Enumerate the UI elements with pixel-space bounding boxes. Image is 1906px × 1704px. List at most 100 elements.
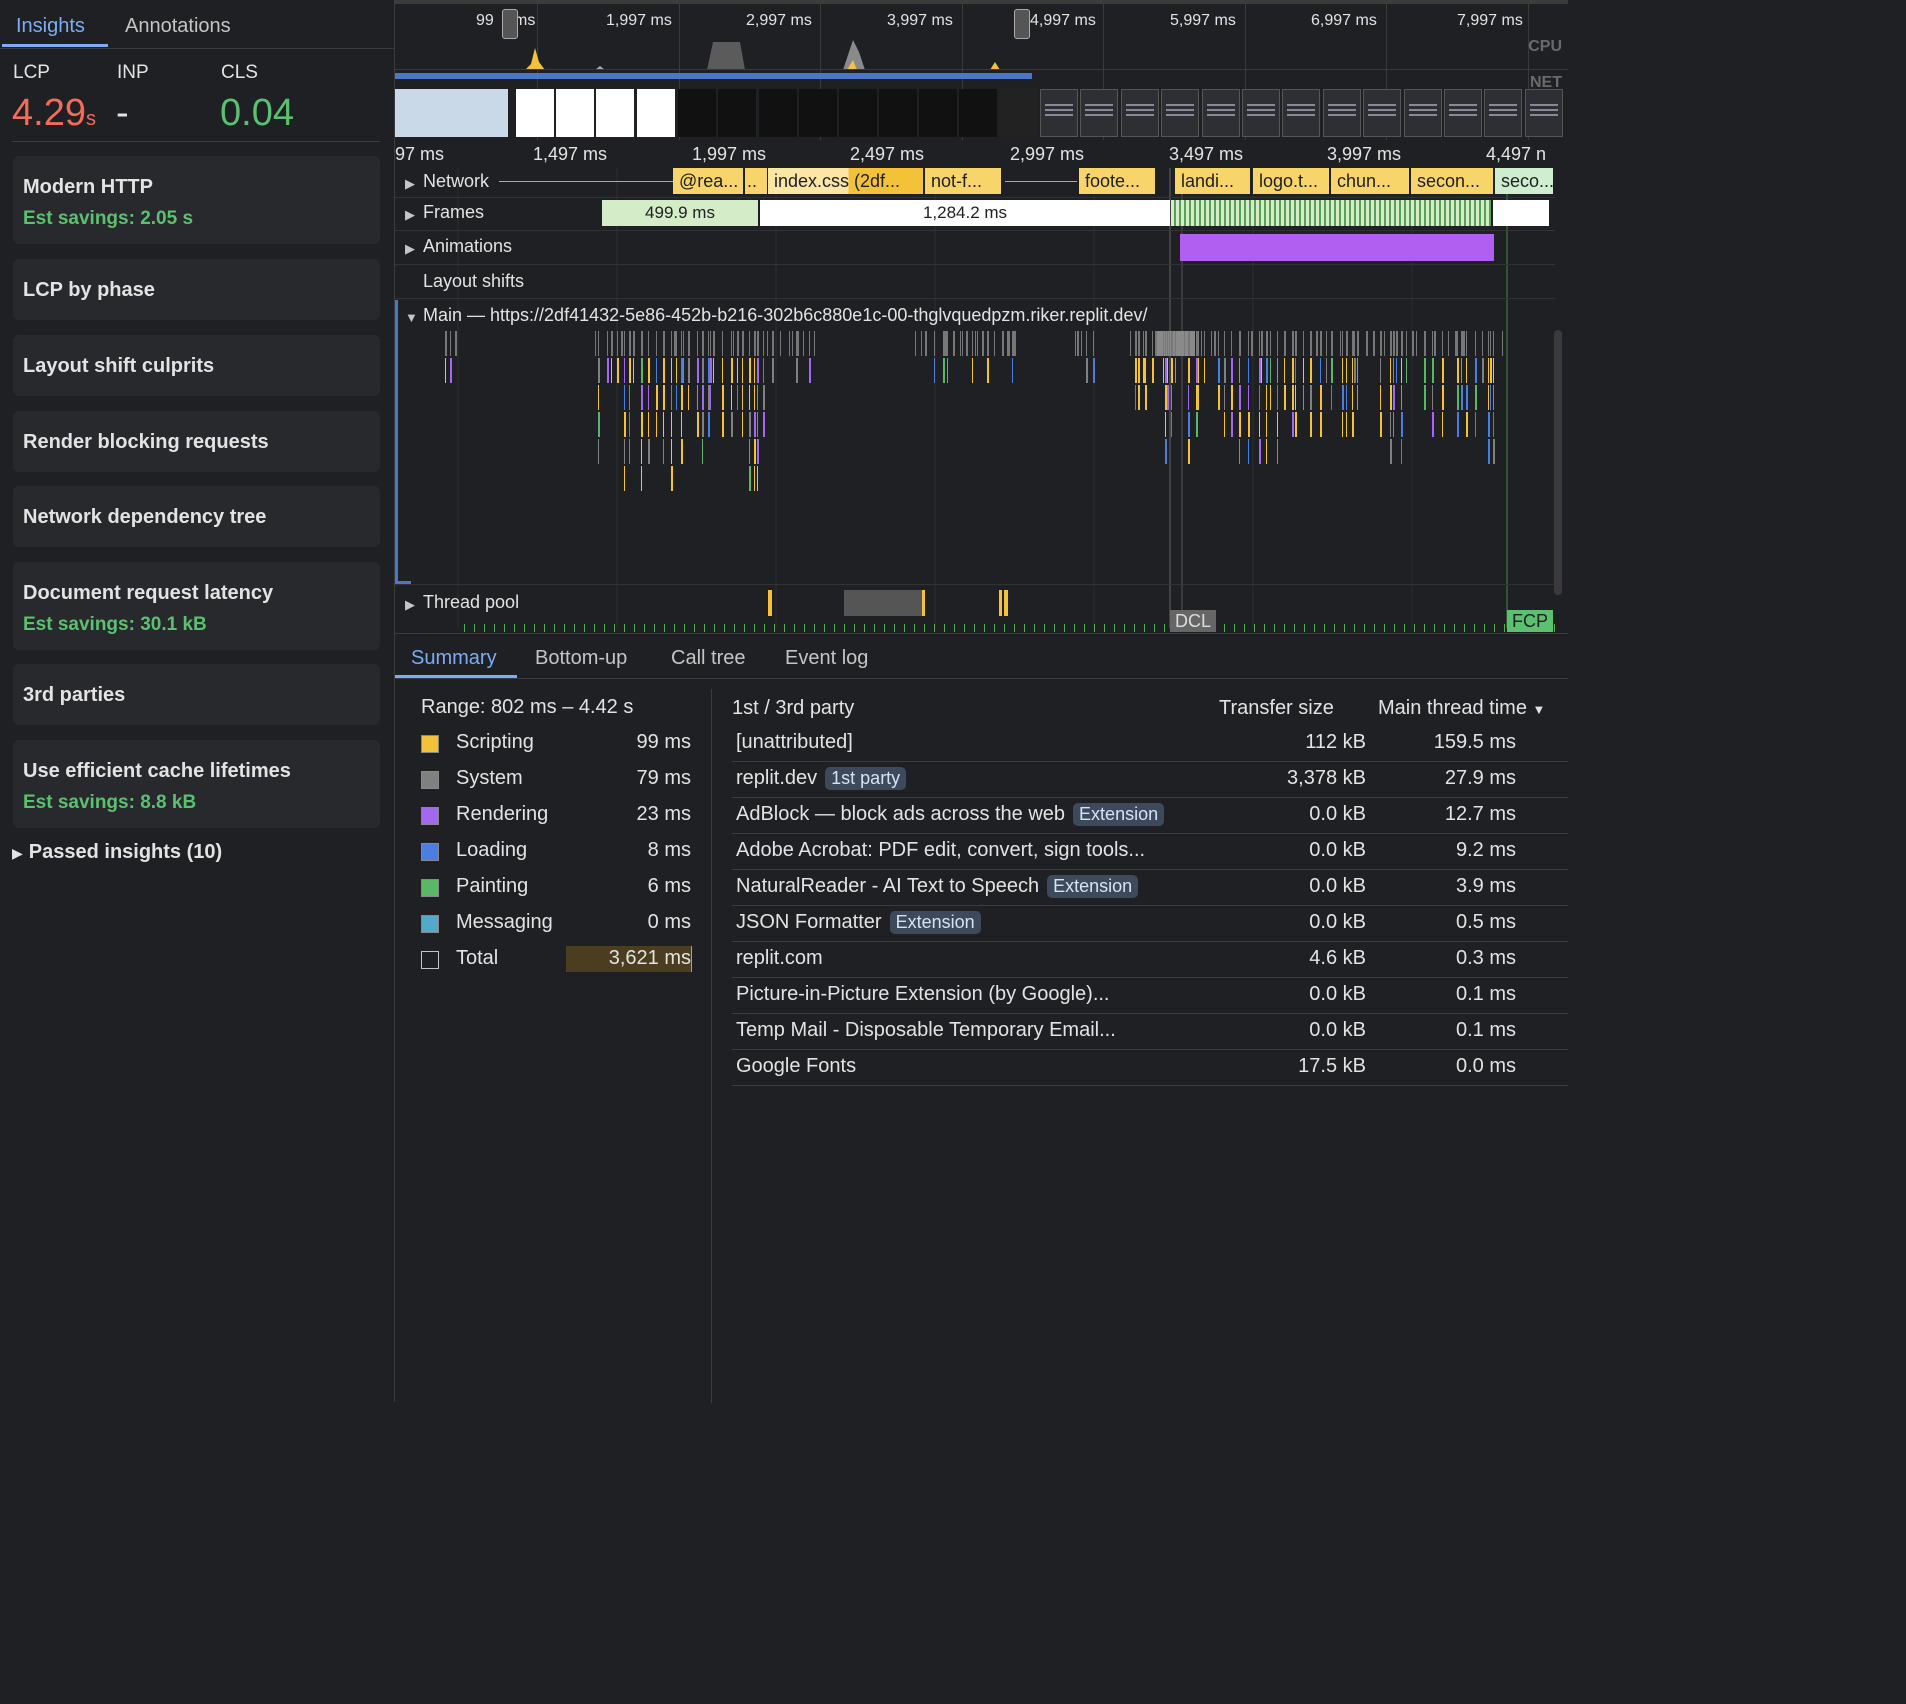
flame-event[interactable] xyxy=(450,331,451,356)
flame-event[interactable] xyxy=(656,358,657,383)
flame-event[interactable] xyxy=(925,331,927,356)
flame-event[interactable] xyxy=(1475,331,1476,356)
flame-event[interactable] xyxy=(641,358,643,383)
table-row[interactable]: replit.dev 1st party 3,378 kB 27.9 ms xyxy=(732,761,1568,798)
flame-event[interactable] xyxy=(1081,331,1082,356)
flame-event[interactable] xyxy=(697,358,699,383)
flame-event[interactable] xyxy=(1346,385,1347,410)
flame-event[interactable] xyxy=(1393,385,1395,410)
flame-event[interactable] xyxy=(731,385,732,410)
flame-event[interactable] xyxy=(710,358,712,383)
flame-event[interactable] xyxy=(1493,385,1494,410)
flame-event[interactable] xyxy=(598,385,599,410)
flame-event[interactable] xyxy=(1248,358,1249,383)
flame-event[interactable] xyxy=(1270,358,1271,383)
flame-event[interactable] xyxy=(611,358,612,383)
flame-event[interactable] xyxy=(676,385,677,410)
flame-event[interactable] xyxy=(671,331,672,356)
frame-block[interactable] xyxy=(1493,200,1549,226)
flame-event[interactable] xyxy=(1277,412,1278,437)
track-thread-pool[interactable]: Thread pool xyxy=(423,592,519,613)
flame-event[interactable] xyxy=(1442,331,1443,356)
flame-event[interactable] xyxy=(1188,331,1190,356)
flame-event[interactable] xyxy=(710,331,711,356)
flame-event[interactable] xyxy=(1331,331,1333,356)
frame-block[interactable]: 499.9 ms xyxy=(602,200,758,226)
screenshot-thumbnail[interactable] xyxy=(596,89,634,137)
tab-call-tree[interactable]: Call tree xyxy=(671,647,745,670)
flame-event[interactable] xyxy=(972,331,973,356)
column-header-main-thread-time[interactable]: Main thread time ▼ xyxy=(1378,697,1545,720)
screenshot-thumbnail[interactable] xyxy=(1201,89,1240,137)
flame-event[interactable] xyxy=(1277,385,1278,410)
flame-event[interactable] xyxy=(1259,385,1260,410)
flame-event[interactable] xyxy=(1093,331,1094,356)
flame-event[interactable] xyxy=(947,358,948,383)
flame-event[interactable] xyxy=(1340,331,1341,356)
flame-event[interactable] xyxy=(656,412,657,437)
flame-event[interactable] xyxy=(624,412,626,437)
screenshot-thumbnails[interactable] xyxy=(395,89,508,137)
flame-event[interactable] xyxy=(772,358,774,383)
flame-event[interactable] xyxy=(1424,331,1426,356)
flame-event[interactable] xyxy=(1401,331,1403,356)
flame-event[interactable] xyxy=(1204,331,1205,356)
flame-event[interactable] xyxy=(1012,358,1013,383)
scripting-swatch[interactable] xyxy=(421,735,439,753)
table-row[interactable]: JSON Formatter Extension 0.0 kB 0.5 ms xyxy=(732,905,1568,942)
network-request[interactable]: landi... xyxy=(1175,168,1250,194)
flame-event[interactable] xyxy=(681,331,682,356)
flame-event[interactable] xyxy=(757,466,758,491)
flame-event[interactable] xyxy=(1009,331,1010,356)
screenshot-thumbnail[interactable] xyxy=(1363,89,1402,137)
flame-event[interactable] xyxy=(1475,385,1477,410)
insight-card-document-latency[interactable]: Document request latency Est savings: 30… xyxy=(13,562,380,650)
screenshot-thumbnail[interactable] xyxy=(1040,89,1078,137)
flame-event[interactable] xyxy=(1167,331,1168,356)
flame-event[interactable] xyxy=(1196,331,1198,356)
expand-network-icon[interactable]: ▶ xyxy=(405,176,415,192)
flame-event[interactable] xyxy=(607,358,609,383)
flame-event[interactable] xyxy=(1224,331,1225,356)
table-row[interactable]: Google Fonts 17.5 kB 0.0 ms xyxy=(732,1049,1568,1086)
flame-event[interactable] xyxy=(1248,385,1249,410)
insight-card-lcp-phase[interactable]: LCP by phase xyxy=(13,259,380,320)
screenshot-thumbnail[interactable] xyxy=(1080,89,1119,137)
flame-event[interactable] xyxy=(450,358,452,383)
flame-event[interactable] xyxy=(1277,331,1278,356)
flame-event[interactable] xyxy=(697,385,698,410)
flame-event[interactable] xyxy=(1357,331,1359,356)
flame-event[interactable] xyxy=(1196,412,1198,437)
flame-event[interactable] xyxy=(1214,331,1216,356)
flame-event[interactable] xyxy=(749,412,751,437)
expand-animations-icon[interactable]: ▶ xyxy=(405,241,415,257)
frame-block[interactable]: 1,284.2 ms xyxy=(760,200,1170,226)
flame-event[interactable] xyxy=(1401,412,1403,437)
flame-event[interactable] xyxy=(1165,412,1166,437)
flame-event[interactable] xyxy=(681,385,683,410)
insight-card-modern-http[interactable]: Modern HTTP Est savings: 2.05 s xyxy=(13,156,380,244)
flame-event[interactable] xyxy=(749,385,750,410)
flame-event[interactable] xyxy=(1231,331,1232,356)
flame-event[interactable] xyxy=(1266,439,1267,464)
flame-event[interactable] xyxy=(1396,358,1397,383)
flame-event[interactable] xyxy=(708,331,709,356)
flame-event[interactable] xyxy=(1165,358,1167,383)
track-main[interactable]: Main — https://2df41432-5e86-452b-b216-3… xyxy=(423,305,1147,326)
flame-event[interactable] xyxy=(1002,331,1004,356)
flame-event[interactable] xyxy=(962,331,963,356)
flame-event[interactable] xyxy=(1380,385,1381,410)
flame-event[interactable] xyxy=(676,331,677,356)
flame-event[interactable] xyxy=(934,331,935,356)
table-row[interactable]: Temp Mail - Disposable Temporary Email..… xyxy=(732,1013,1568,1050)
screenshot-thumbnail[interactable] xyxy=(1000,89,1038,137)
flame-event[interactable] xyxy=(1259,358,1261,383)
flame-event[interactable] xyxy=(1218,331,1219,356)
flame-event[interactable] xyxy=(1266,358,1268,383)
flame-event[interactable] xyxy=(754,439,756,464)
flame-event[interactable] xyxy=(688,358,690,383)
flame-event[interactable] xyxy=(934,358,935,383)
flame-event[interactable] xyxy=(772,331,774,356)
flame-event[interactable] xyxy=(1171,331,1173,356)
flame-event[interactable] xyxy=(1152,331,1153,356)
